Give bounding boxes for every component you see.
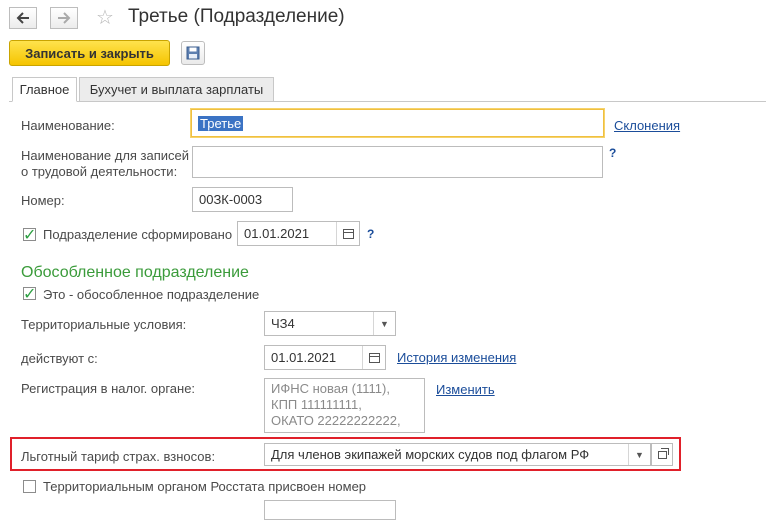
separate-label: Это - обособленное подразделение bbox=[43, 287, 260, 302]
labor-name-label-line1: Наименование для записей bbox=[21, 148, 190, 163]
open-button[interactable] bbox=[651, 443, 673, 466]
calendar-button[interactable] bbox=[336, 222, 359, 245]
labor-name-label-line2: о трудовой деятельности: bbox=[21, 164, 178, 179]
name-input[interactable]: Третье bbox=[191, 109, 604, 137]
formed-date-input[interactable]: 01.01.2021 bbox=[237, 221, 360, 246]
formed-date-value: 01.01.2021 bbox=[244, 226, 310, 241]
checkmark-icon: ✓ bbox=[23, 286, 37, 303]
tab-accounting-payroll[interactable]: Бухучет и выплата зарплаты bbox=[79, 77, 274, 102]
tariff-value: Для членов экипажей морских судов под фл… bbox=[271, 447, 590, 462]
valid-from-date-input[interactable]: 01.01.2021 bbox=[264, 345, 386, 370]
star-icon[interactable]: ☆ bbox=[96, 5, 114, 30]
arrow-right-icon bbox=[58, 12, 71, 24]
chevron-down-icon[interactable]: ▼ bbox=[628, 444, 650, 465]
tax-reg-line: ИФНС новая (1111), bbox=[271, 381, 390, 396]
formed-checkbox[interactable]: ✓ bbox=[23, 227, 36, 244]
name-label: Наименование: bbox=[21, 118, 115, 133]
labor-name-help-icon[interactable]: ? bbox=[609, 146, 616, 160]
territorial-label: Территориальные условия: bbox=[21, 317, 187, 332]
save-button[interactable] bbox=[181, 41, 205, 65]
tab-main[interactable]: Главное bbox=[12, 77, 77, 102]
chevron-down-icon[interactable]: ▼ bbox=[373, 312, 395, 335]
tax-reg-line: ОКАТО 22222222222, bbox=[271, 413, 401, 428]
page-title: Третье (Подразделение) bbox=[128, 6, 345, 27]
section-title: Обособленное подразделение bbox=[21, 264, 249, 281]
change-link[interactable]: Изменить bbox=[436, 382, 495, 397]
calendar-icon bbox=[342, 228, 354, 239]
labor-name-input[interactable] bbox=[192, 146, 603, 178]
checkmark-icon: ✓ bbox=[23, 227, 37, 244]
valid-from-label: действуют с: bbox=[21, 351, 98, 366]
arrow-left-icon bbox=[16, 12, 29, 24]
open-window-icon bbox=[657, 447, 669, 459]
number-input[interactable]: 00ЗК-0003 bbox=[192, 187, 293, 212]
formed-help-icon[interactable]: ? bbox=[367, 227, 374, 241]
tariff-label: Льготный тариф страх. взносов: bbox=[21, 449, 216, 464]
rosstat-label: Территориальным органом Росстата присвое… bbox=[43, 479, 367, 494]
rosstat-number-input[interactable] bbox=[264, 500, 396, 520]
calendar-icon bbox=[368, 352, 380, 363]
save-and-close-button[interactable]: Записать и закрыть bbox=[9, 40, 170, 66]
history-link[interactable]: История изменения bbox=[397, 350, 516, 365]
forward-button[interactable] bbox=[50, 7, 78, 29]
declensions-link[interactable]: Склонения bbox=[614, 118, 680, 133]
calendar-button[interactable] bbox=[362, 346, 385, 369]
floppy-disk-icon bbox=[186, 46, 200, 60]
separate-checkbox[interactable]: ✓ bbox=[23, 286, 36, 303]
tax-reg-label: Регистрация в налог. органе: bbox=[21, 381, 196, 396]
territorial-select[interactable]: ЧЗ4 ▼ bbox=[264, 311, 396, 336]
tax-reg-line: КПП 111111111, bbox=[271, 397, 362, 412]
tariff-select[interactable]: Для членов экипажей морских судов под фл… bbox=[264, 443, 651, 466]
valid-from-value: 01.01.2021 bbox=[271, 350, 337, 365]
territorial-value: ЧЗ4 bbox=[271, 316, 295, 331]
number-label: Номер: bbox=[21, 193, 65, 208]
back-button[interactable] bbox=[9, 7, 37, 29]
formed-label: Подразделение сформировано bbox=[43, 227, 233, 242]
name-input-value: Третье bbox=[198, 115, 244, 131]
rosstat-checkbox[interactable] bbox=[23, 480, 36, 493]
tax-reg-field[interactable]: ИФНС новая (1111), КПП 111111111, ОКАТО … bbox=[264, 378, 425, 433]
